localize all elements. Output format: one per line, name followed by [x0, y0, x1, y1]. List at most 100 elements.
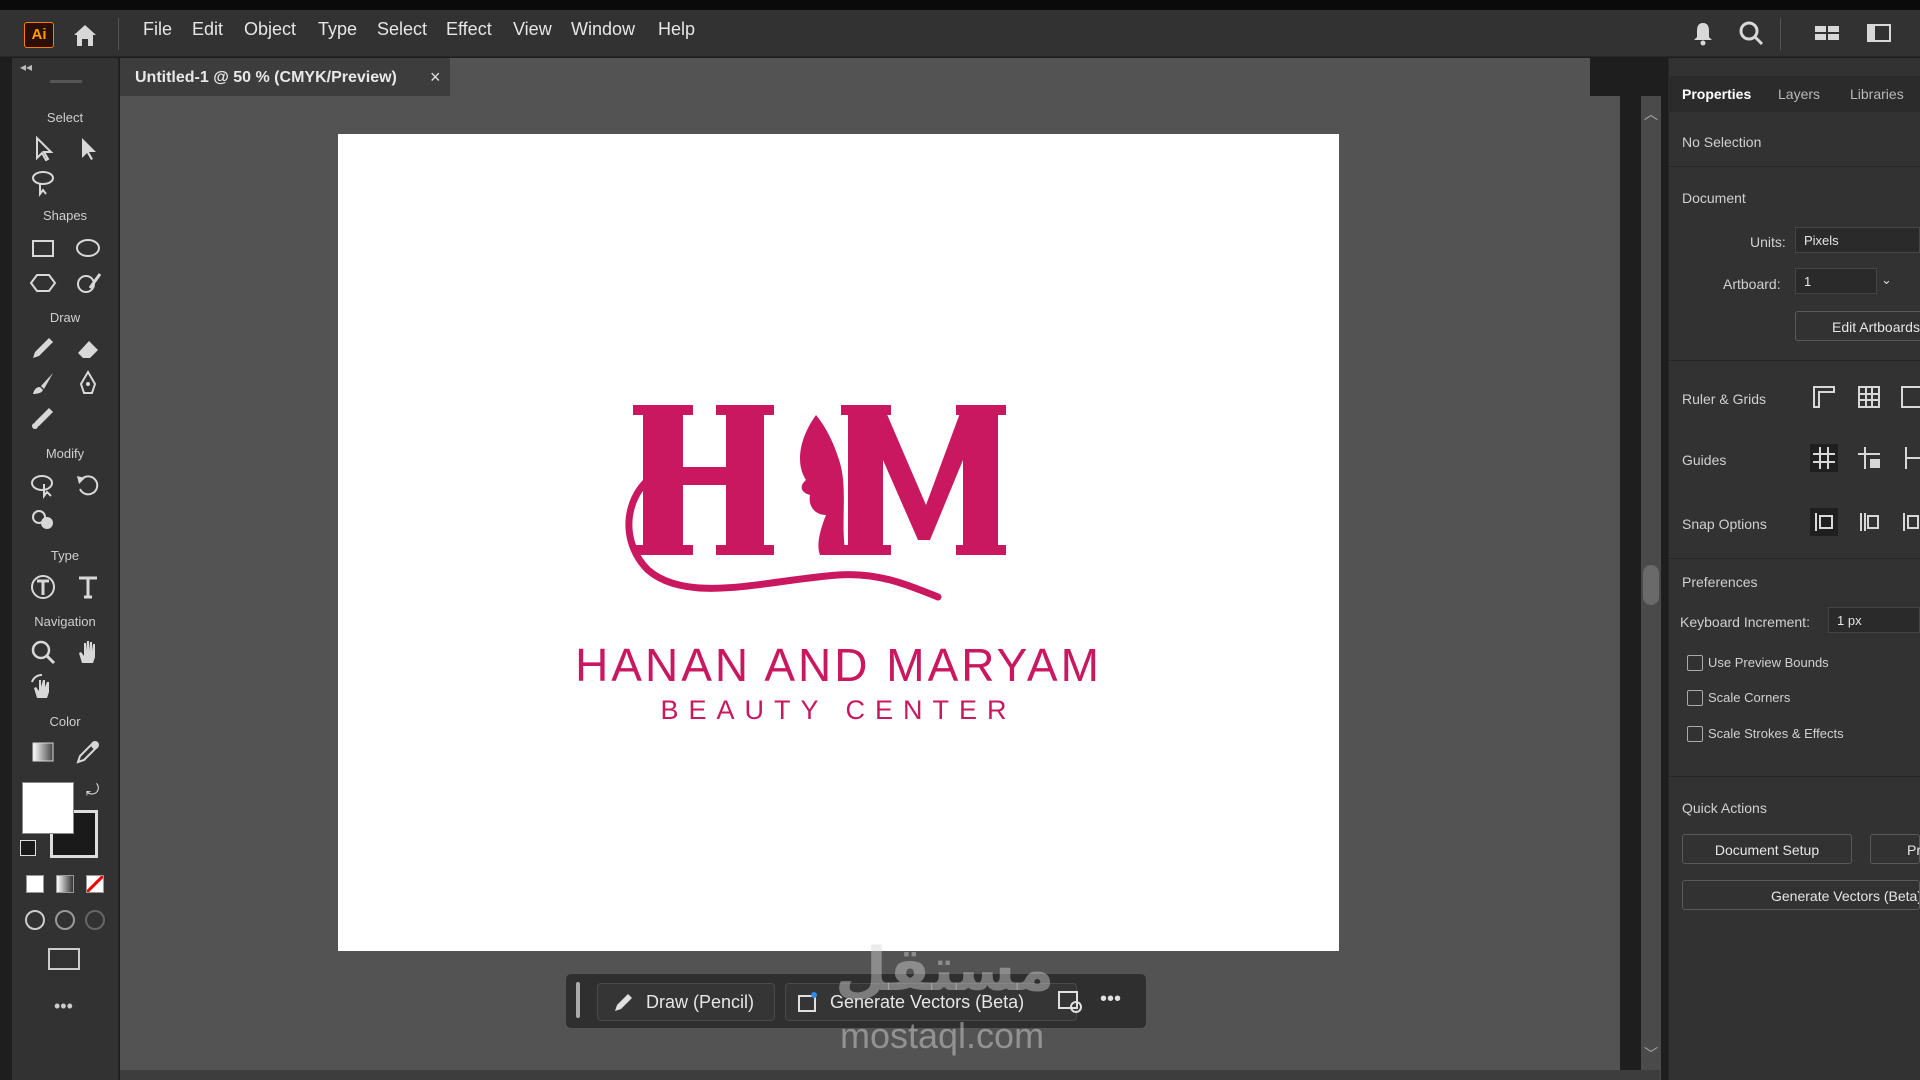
more-tools-icon[interactable]: ••• — [54, 996, 73, 1017]
watermark-arabic: مستقل — [835, 936, 1055, 1003]
watermark-url: mostaql.com — [840, 1015, 1045, 1056]
eyedropper-tool-icon[interactable] — [73, 737, 103, 767]
tool-section-modify: Modify — [45, 446, 85, 461]
brand-subtitle: BEAUTY CENTER — [660, 695, 1017, 725]
shape-builder-tool-icon[interactable] — [28, 505, 58, 535]
menu-edit[interactable]: Edit — [192, 19, 223, 40]
generate-vectors-icon — [796, 990, 820, 1019]
rotate-view-tool-icon[interactable] — [28, 672, 58, 702]
fill-swatch-front[interactable] — [22, 782, 74, 834]
collapse-panel-icon[interactable]: ◂◂ — [20, 60, 32, 74]
smart-guides-icon[interactable] — [1898, 444, 1920, 472]
menu-window[interactable]: Window — [571, 19, 635, 40]
logo-monogram — [625, 405, 1006, 601]
scroll-down-icon[interactable]: ﹀ — [1644, 1044, 1658, 1064]
lock-guides-icon[interactable] — [1855, 444, 1883, 472]
pen-tool-icon[interactable] — [73, 368, 103, 398]
ellipse-tool-icon[interactable] — [73, 233, 103, 263]
hand-tool-icon[interactable] — [73, 637, 103, 667]
scale-corners-label: Scale Corners — [1708, 690, 1791, 705]
menu-effect[interactable]: Effect — [446, 19, 492, 40]
gradient-tool-icon[interactable] — [28, 737, 58, 767]
zoom-tool-icon[interactable] — [28, 637, 58, 667]
color-mode-icon[interactable] — [26, 875, 44, 893]
menu-view[interactable]: View — [513, 19, 552, 40]
use-preview-bounds-checkbox[interactable] — [1687, 655, 1703, 671]
direct-selection-tool-icon[interactable] — [73, 133, 103, 163]
more-options-icon[interactable]: ••• — [1100, 988, 1121, 1011]
default-colors-icon[interactable] — [20, 840, 36, 856]
polygon-tool-icon[interactable] — [28, 268, 58, 298]
menu-object[interactable]: Object — [244, 19, 296, 40]
home-icon[interactable] — [70, 20, 100, 50]
workspace-switcher-icon[interactable] — [1864, 18, 1894, 48]
rectangle-tool-icon[interactable] — [28, 233, 58, 263]
tool-section-type: Type — [50, 548, 80, 563]
selection-status: No Selection — [1682, 134, 1762, 150]
none-mode-icon[interactable] — [86, 875, 104, 893]
draw-behind-icon[interactable] — [55, 910, 75, 930]
swap-colors-icon[interactable]: ⤾ — [86, 782, 99, 800]
show-guides-icon[interactable] — [1810, 444, 1838, 472]
snap-to-pixel-icon[interactable] — [1898, 508, 1920, 536]
scale-strokes-effects-checkbox[interactable] — [1687, 726, 1703, 742]
scale-strokes-effects-label: Scale Strokes & Effects — [1708, 726, 1844, 741]
search-icon[interactable] — [1736, 18, 1766, 48]
draw-inside-icon[interactable] — [85, 910, 105, 930]
draw-pencil-button[interactable]: Draw (Pencil) — [597, 983, 775, 1021]
draw-normal-icon[interactable] — [25, 910, 45, 930]
title-strip — [0, 0, 1920, 10]
edit-artboards-button[interactable]: Edit Artboards — [1795, 311, 1920, 341]
menu-select[interactable]: Select — [377, 19, 427, 40]
keyboard-increment-input[interactable]: 1 px — [1828, 607, 1920, 633]
chevron-down-icon[interactable]: ⌄ — [1881, 272, 1892, 288]
panel-grip[interactable] — [50, 80, 82, 83]
selection-tool-icon[interactable] — [28, 133, 58, 163]
units-select[interactable]: Pixels — [1795, 227, 1920, 253]
preferences-heading: Preferences — [1682, 574, 1758, 590]
rotate-tool-icon[interactable] — [73, 470, 103, 500]
quick-actions-heading: Quick Actions — [1682, 800, 1767, 816]
preferences-button[interactable]: Pr — [1870, 834, 1920, 864]
keyboard-increment-label: Keyboard Increment: — [1680, 614, 1810, 630]
paintbrush-tool-icon[interactable] — [28, 368, 58, 398]
close-icon[interactable]: × — [430, 67, 441, 88]
eraser-tool-icon[interactable] — [73, 333, 103, 363]
menu-divider — [1780, 18, 1781, 50]
scroll-up-icon[interactable]: ︿ — [1644, 104, 1658, 124]
blob-brush-tool-icon[interactable] — [28, 403, 58, 433]
grid-icon[interactable] — [1855, 383, 1883, 411]
status-bar — [120, 1070, 1660, 1080]
artboard-label: Artboard: — [1723, 276, 1781, 292]
brand-name: HANAN AND MARYAM — [575, 639, 1102, 691]
document-setup-button[interactable]: Document Setup — [1682, 834, 1852, 864]
transparency-grid-icon[interactable] — [1898, 383, 1920, 411]
scrollbar-thumb[interactable] — [1643, 565, 1659, 605]
tab-layers[interactable]: Layers — [1778, 86, 1820, 102]
bell-icon[interactable] — [1688, 18, 1718, 48]
tab-properties[interactable]: Properties — [1682, 86, 1751, 102]
width-tool-icon[interactable] — [28, 470, 58, 500]
taskbar-grip[interactable] — [576, 982, 580, 1018]
artboard-select[interactable]: 1 — [1795, 268, 1877, 294]
shaper-tool-icon[interactable] — [73, 268, 103, 298]
type-tool-icon[interactable] — [73, 572, 103, 602]
touch-type-tool-icon[interactable] — [28, 572, 58, 602]
arrange-documents-icon[interactable] — [1812, 18, 1842, 48]
image-settings-icon[interactable] — [1057, 988, 1083, 1019]
tab-libraries[interactable]: Libraries — [1850, 86, 1904, 102]
menu-file[interactable]: File — [143, 19, 172, 40]
snap-to-point-icon[interactable] — [1810, 508, 1838, 536]
panel-divider — [1668, 360, 1920, 361]
lasso-tool-icon[interactable] — [28, 167, 58, 197]
pencil-tool-icon[interactable] — [28, 333, 58, 363]
menu-type[interactable]: Type — [318, 19, 357, 40]
rulers-icon[interactable] — [1810, 383, 1838, 411]
gradient-mode-icon[interactable] — [56, 875, 74, 893]
generate-vectors-quick-button[interactable]: Generate Vectors (Beta) — [1682, 880, 1920, 910]
menu-help[interactable]: Help — [658, 19, 695, 40]
snap-to-grid-icon[interactable] — [1855, 508, 1883, 536]
menu-divider — [118, 18, 119, 50]
scale-corners-checkbox[interactable] — [1687, 690, 1703, 706]
screen-mode-icon[interactable] — [48, 948, 80, 970]
